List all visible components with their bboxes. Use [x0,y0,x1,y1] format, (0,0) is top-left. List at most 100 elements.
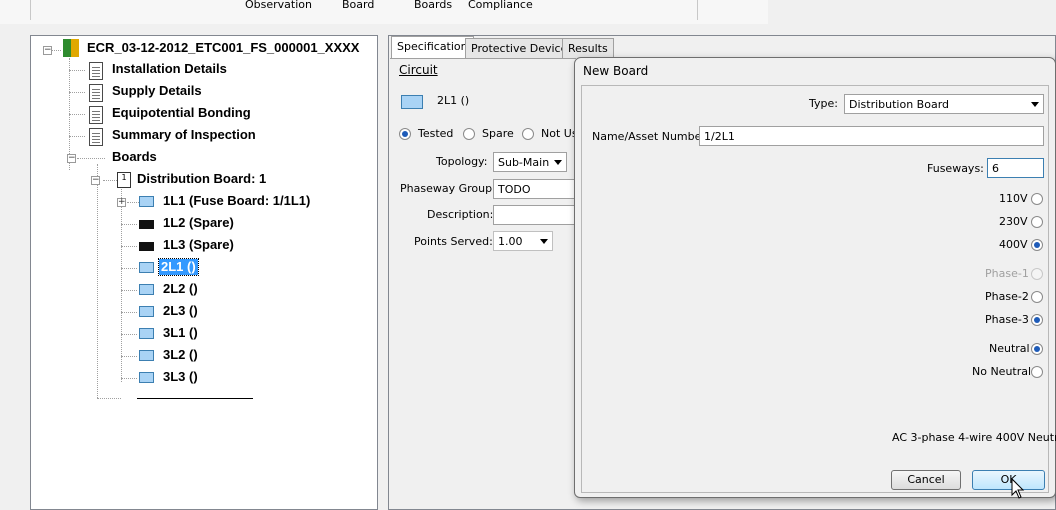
points-served-select[interactable]: 1.00 [493,231,553,251]
tree-item-installation-details[interactable]: Installation Details [112,61,227,77]
no-neutral-label: No Neutral [972,365,1032,378]
tree-item-circuit-selected[interactable]: 2L1 () [158,258,199,276]
voltage-230v-radio[interactable] [1031,216,1043,228]
report-flag-icon [71,39,79,57]
fuseways-label: Fuseways: [927,162,984,175]
topology-select[interactable]: Sub-Main [493,152,567,172]
distribution-board-icon: 1 [117,172,131,188]
ribbon-observation-button[interactable]: Observation [245,0,312,11]
tree-connector [121,312,137,313]
board-type-select[interactable]: Distribution Board [844,94,1044,114]
voltage-400v-radio[interactable] [1031,239,1043,251]
tree-item-supply-details[interactable]: Supply Details [112,83,202,99]
tree-connector [103,180,117,181]
status-spare-radio[interactable] [463,128,475,140]
fuse-board-icon [139,196,154,207]
collapse-icon[interactable]: − [43,46,52,55]
circuit-icon [139,306,154,317]
collapse-icon[interactable]: − [67,154,76,163]
circuit-name: 2L1 () [437,94,470,107]
ribbon-separator [30,0,31,20]
tree-item-circuit[interactable]: 3L1 () [163,325,198,341]
status-tested-radio[interactable] [399,128,411,140]
chevron-down-icon [540,239,548,244]
name-asset-input[interactable]: 1/2L1 [699,126,1044,146]
voltage-110v-label: 110V [999,192,1028,205]
dialog-title: New Board [583,64,649,78]
topology-label: Topology: [436,155,488,168]
collapse-icon[interactable]: − [91,176,100,185]
ribbon-compliance-button[interactable]: Compliance [468,0,533,11]
circuit-header: Circuit [399,63,438,77]
tree-connector [121,246,137,247]
tree-item-circuit[interactable]: 3L2 () [163,347,198,363]
circuit-icon [139,262,154,273]
document-icon [89,128,103,146]
status-not-used-label: Not Us [541,127,578,140]
phase-3-radio[interactable] [1031,314,1043,326]
chevron-down-icon [1031,102,1039,107]
description-input[interactable] [493,205,576,225]
ribbon-toolbar: Observation Board Boards Compliance [0,0,768,24]
tab-results[interactable]: Results [562,38,614,58]
description-label: Description: [427,208,494,221]
neutral-radio[interactable] [1031,343,1043,355]
tree-connector [69,92,85,93]
tree-item-spare-circuit[interactable]: 1L3 (Spare) [163,237,234,253]
phase-2-radio[interactable] [1031,291,1043,303]
tree-item-spare-circuit[interactable]: 1L2 (Spare) [163,215,234,231]
tree-item-boards[interactable]: Boards [112,149,157,165]
points-served-value: 1.00 [498,235,523,248]
ok-button[interactable]: OK [972,470,1045,490]
tab-protective-device[interactable]: Protective Device [465,38,574,58]
voltage-110v-radio[interactable] [1031,193,1043,205]
ribbon-separator [697,0,698,20]
ribbon-board-button[interactable]: Board [342,0,374,11]
tree-connector [121,356,137,357]
tree-divider [137,398,253,399]
tree-item-summary-of-inspection[interactable]: Summary of Inspection [112,127,256,143]
tree-connector [121,378,137,379]
fuseways-input[interactable]: 6 [987,158,1044,178]
circuit-icon [139,328,154,339]
tree-connector [69,70,85,71]
tree-root-report[interactable]: ECR_03-12-2012_ETC001_FS_000001_XXXX [87,40,359,56]
status-not-used-radio[interactable] [522,128,534,140]
tab-page [390,58,576,504]
spare-circuit-icon [139,220,154,229]
report-tree[interactable]: − ECR_03-12-2012_ETC001_FS_000001_XXXX I… [30,35,378,510]
circuit-icon [139,372,154,383]
phaseway-select[interactable]: TODO [493,179,576,199]
phaseway-value: TODO [498,183,531,196]
tree-connector [121,268,137,269]
tree-item-fuse-board[interactable]: 1L1 (Fuse Board: 1/1L1) [163,193,310,209]
board-type-value: Distribution Board [849,98,949,111]
status-spare-label: Spare [482,127,514,140]
topology-value: Sub-Main [498,156,550,169]
new-board-dialog: New Board Type: Distribution Board Name/… [574,57,1056,498]
cancel-button[interactable]: Cancel [891,470,961,490]
phase-1-label: Phase-1 [985,267,1029,280]
tree-connector [69,136,85,137]
name-asset-label: Name/Asset Number: [592,130,710,143]
phaseway-label: Phaseway Group: [400,182,496,195]
tree-connector [121,186,122,382]
tree-item-distribution-board[interactable]: Distribution Board: 1 [137,171,266,187]
tab-specification[interactable]: Specification [391,36,474,58]
neutral-label: Neutral [989,342,1030,355]
document-icon [89,84,103,102]
phase-1-radio[interactable] [1031,268,1043,280]
tree-item-equipotential-bonding[interactable]: Equipotential Bonding [112,105,251,121]
tree-connector [121,224,137,225]
no-neutral-radio[interactable] [1031,366,1043,378]
report-flag-icon [63,39,71,57]
tree-item-circuit[interactable]: 2L2 () [163,281,198,297]
dialog-body: Type: Distribution Board Name/Asset Numb… [581,85,1056,493]
ribbon-boards-button[interactable]: Boards [414,0,452,11]
tree-item-circuit[interactable]: 3L3 () [163,369,198,385]
tree-item-circuit[interactable]: 2L3 () [163,303,198,319]
tree-connector [77,158,105,159]
tree-connector [121,290,137,291]
expand-icon[interactable]: + [117,198,126,207]
document-icon [89,62,103,80]
